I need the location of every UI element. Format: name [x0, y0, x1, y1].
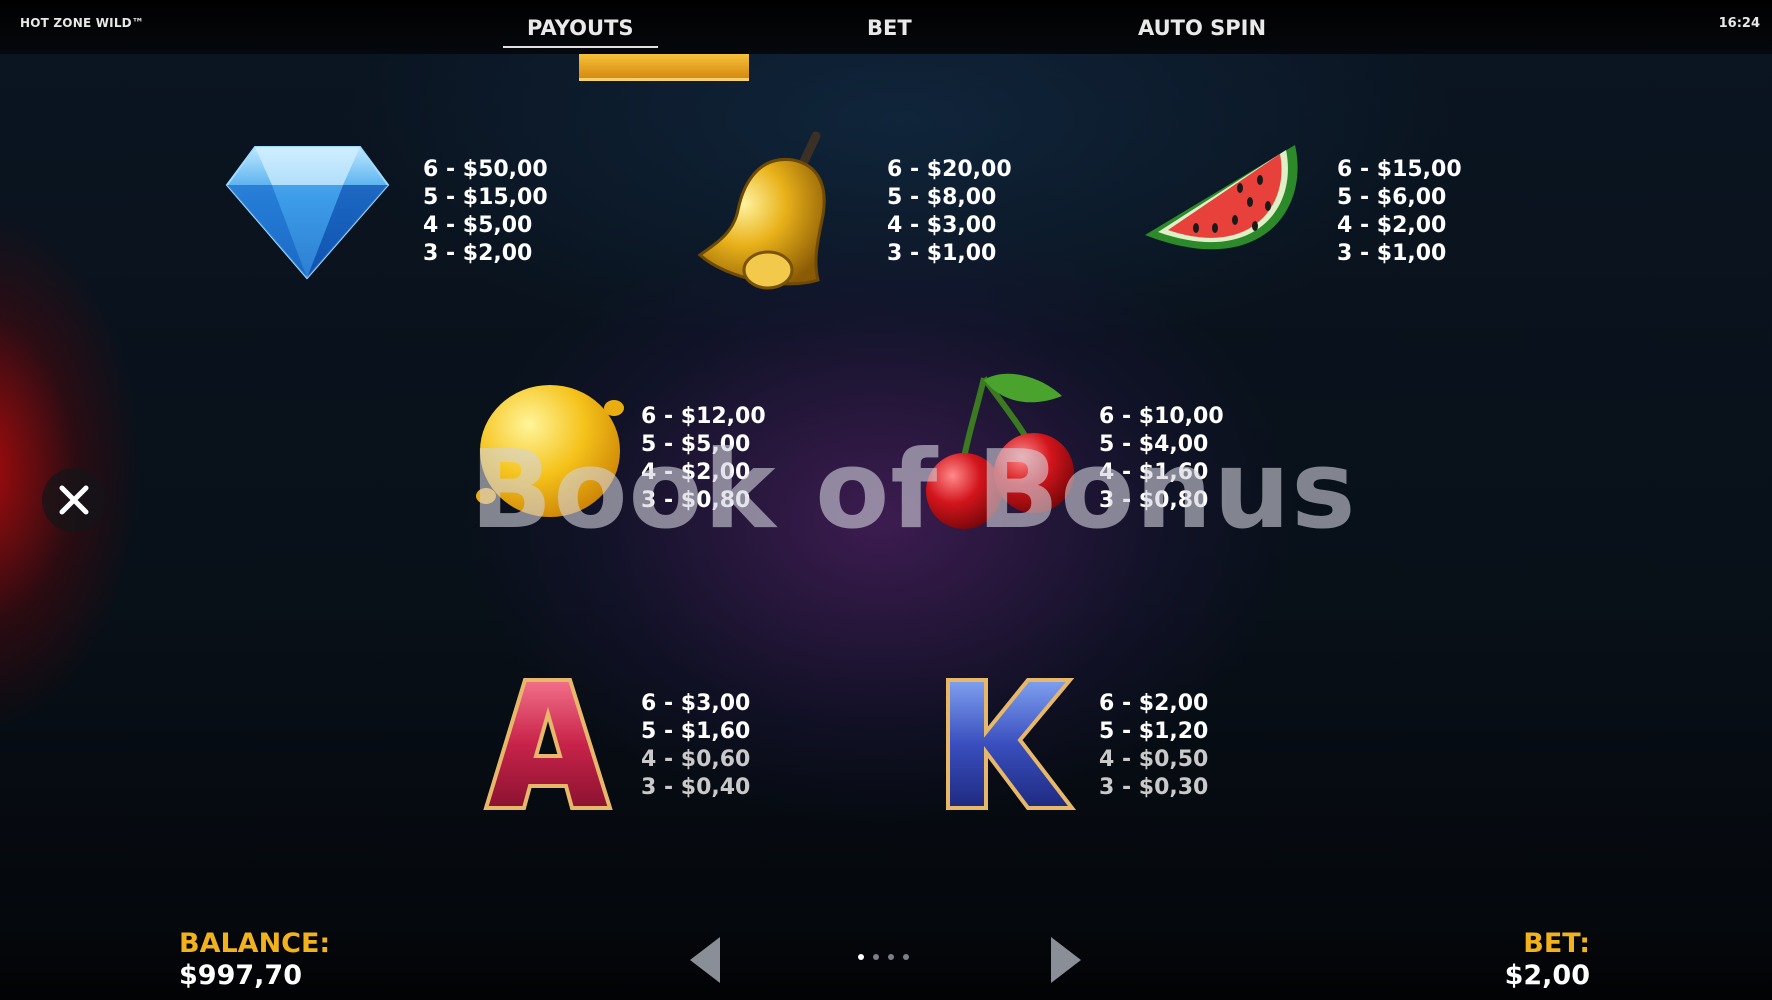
page-dot[interactable] — [873, 954, 879, 960]
payout-row: 4 - $2,00 — [1337, 213, 1447, 238]
paytable-bell: 6 - $20,00 5 - $8,00 4 - $3,00 3 - $1,00 — [887, 156, 1012, 268]
payout-row: 4 - $0,50 — [1099, 747, 1209, 772]
payout-row: 5 - $1,60 — [641, 719, 751, 744]
paytable-watermelon: 6 - $15,00 5 - $6,00 4 - $2,00 3 - $1,00 — [1337, 156, 1462, 268]
page-indicator — [858, 954, 909, 960]
arrow-right-icon — [1051, 937, 1081, 983]
arrow-left-icon — [690, 937, 720, 983]
payout-row: 5 - $6,00 — [1337, 185, 1447, 210]
top-bar: HOT ZONE WILD™ PAYOUTS BET AUTO SPIN 16:… — [0, 0, 1772, 54]
tab-payouts[interactable]: PAYOUTS — [503, 16, 658, 48]
payout-row: 5 - $1,20 — [1099, 719, 1209, 744]
payout-row: 6 - $20,00 — [887, 157, 1012, 182]
paytable-letter-a: 6 - $3,00 5 - $1,60 4 - $0,60 3 - $0,40 — [641, 690, 750, 802]
watermark-text: Book of Bonus — [470, 428, 1357, 553]
clock: 16:24 — [1718, 16, 1760, 31]
page-dot[interactable] — [858, 954, 864, 960]
payout-row: 5 - $15,00 — [423, 185, 548, 210]
payout-row: 6 - $12,00 — [641, 404, 766, 429]
balance-value: $997,70 — [179, 960, 302, 991]
letter-a-icon — [480, 676, 615, 820]
payout-row: 6 - $3,00 — [641, 691, 751, 716]
payout-row: 6 - $50,00 — [423, 157, 548, 182]
payout-row: 6 - $2,00 — [1099, 691, 1209, 716]
paytable-letter-k: 6 - $2,00 5 - $1,20 4 - $0,50 3 - $0,30 — [1099, 690, 1208, 802]
balance-label: BALANCE: — [179, 928, 331, 959]
page-dot[interactable] — [888, 954, 894, 960]
payout-row: 4 - $0,60 — [641, 747, 751, 772]
letter-k-icon — [942, 676, 1077, 820]
payout-row: 5 - $8,00 — [887, 185, 997, 210]
tab-auto-spin[interactable]: AUTO SPIN — [1138, 16, 1266, 40]
balance-display: BALANCE: $997,70 — [179, 928, 330, 992]
diamond-icon — [225, 145, 390, 284]
bet-label: BET: — [1523, 928, 1590, 959]
payout-row: 3 - $1,00 — [887, 241, 997, 266]
scroll-banner — [579, 54, 749, 81]
payout-row: 4 - $5,00 — [423, 213, 533, 238]
bet-value: $2,00 — [1504, 960, 1590, 991]
payout-row: 3 - $1,00 — [1337, 241, 1447, 266]
close-button[interactable] — [42, 468, 106, 532]
payout-row: 3 - $2,00 — [423, 241, 533, 266]
payout-row: 3 - $0,40 — [641, 775, 751, 800]
payout-row: 4 - $3,00 — [887, 213, 997, 238]
game-title: HOT ZONE WILD™ — [20, 16, 145, 30]
payout-row: 6 - $10,00 — [1099, 404, 1224, 429]
payout-row: 6 - $15,00 — [1337, 157, 1462, 182]
tab-bet[interactable]: BET — [867, 16, 912, 40]
paytable-diamond: 6 - $50,00 5 - $15,00 4 - $5,00 3 - $2,0… — [423, 156, 548, 268]
prev-page-button[interactable] — [688, 935, 722, 989]
page-dot[interactable] — [903, 954, 909, 960]
bell-icon — [688, 130, 843, 299]
close-icon — [59, 485, 89, 515]
payout-row: 3 - $0,30 — [1099, 775, 1209, 800]
next-page-button[interactable] — [1049, 935, 1083, 989]
bet-display: BET: $2,00 — [1505, 928, 1590, 992]
watermelon-icon — [1140, 140, 1305, 284]
